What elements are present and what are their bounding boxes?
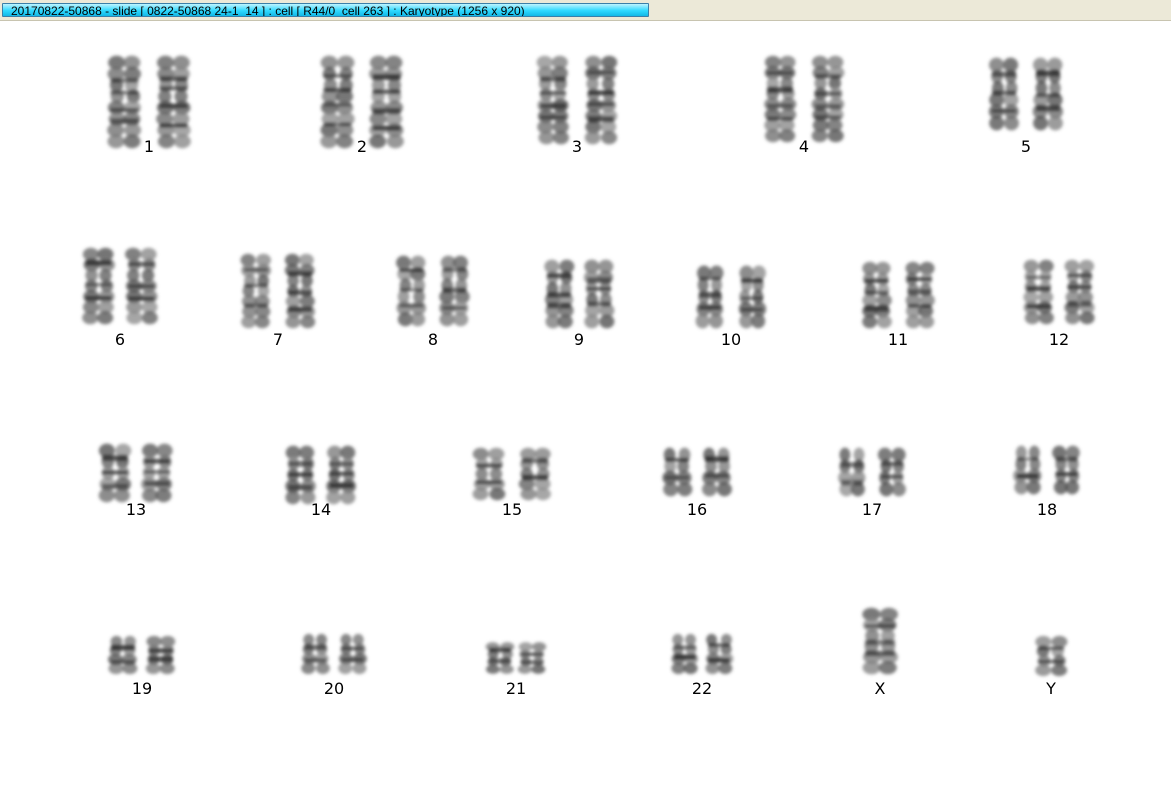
chromosome-8-copy-2 [439,255,470,327]
chromosome-22-copy-1 [671,633,699,675]
chromosome-image-5 [988,57,1064,131]
chromosome-y-copy-1 [1035,635,1068,677]
chromosome-19-copy-2 [145,635,176,675]
chromosome-22-copy-2 [705,633,734,675]
chromosome-label-2: 2 [356,137,368,156]
chromosome-label-8: 8 [427,330,439,349]
chromosome-2-copy-2 [369,55,404,149]
chromosome-3-copy-1 [536,55,569,145]
chromosome-6-copy-1 [82,247,115,325]
chromosome-17-copy-2 [877,447,906,497]
chromosome-image-22 [671,633,734,675]
chromosome-15-copy-2 [518,447,551,501]
chromosome-image-21 [485,642,547,674]
chromosome-label-10: 10 [720,330,742,349]
karyotype-canvas: 1 2 3 4 5 6 7 8 9 10 11 12 13 14 15 16 17 18 19 20 21 22 X Y [0,21,1171,789]
chromosome-label-14: 14 [310,500,332,519]
chromosome-7-copy-1 [240,253,272,329]
chromosome-image-10 [695,265,767,329]
chromosome-image-x [862,607,899,675]
chromosome-12-copy-1 [1023,259,1054,325]
chromosome-13-copy-1 [98,443,132,503]
chromosome-14-copy-1 [285,445,316,505]
chromosome-image-7 [240,253,316,329]
title-bar: 20170822-50868 - slide [ 0822-50868 24-1… [0,0,1171,21]
chromosome-17-copy-1 [838,447,866,497]
window-title-tab[interactable]: 20170822-50868 - slide [ 0822-50868 24-1… [2,3,649,17]
chromosome-15-copy-1 [472,447,506,501]
chromosome-label-3: 3 [571,137,583,156]
chromosome-image-20 [301,633,367,675]
chromosome-13-copy-2 [140,443,173,503]
chromosome-label-9: 9 [573,330,585,349]
chromosome-label-6: 6 [114,330,126,349]
chromosome-21-copy-1 [485,642,515,674]
chromosome-x-copy-1 [862,607,899,675]
chromosome-20-copy-2 [338,633,367,675]
chromosome-3-copy-2 [584,55,618,145]
chromosome-label-x: X [874,679,886,698]
chromosome-label-21: 21 [505,679,527,698]
chromosome-image-4 [764,55,845,143]
chromosome-18-copy-2 [1052,445,1080,495]
chromosome-image-11 [862,261,935,329]
chromosome-9-copy-1 [544,259,575,329]
chromosome-2-copy-1 [320,55,355,149]
chromosome-10-copy-1 [695,265,724,329]
chromosome-label-5: 5 [1020,137,1032,156]
chromosome-1-copy-1 [107,55,142,149]
chromosome-4-copy-2 [811,55,845,143]
chromosome-16-copy-2 [701,447,732,497]
chromosome-image-17 [838,447,906,497]
chromosome-label-16: 16 [686,500,708,519]
chromosome-10-copy-2 [738,265,767,329]
chromosome-8-copy-1 [396,255,427,327]
chromosome-6-copy-2 [125,247,158,325]
chromosome-18-copy-1 [1013,445,1042,495]
chromosome-label-7: 7 [272,330,284,349]
chromosome-1-copy-2 [156,55,191,149]
chromosome-image-8 [396,255,470,327]
chromosome-label-20: 20 [323,679,345,698]
chromosome-image-19 [107,635,176,675]
chromosome-19-copy-1 [107,635,138,675]
chromosome-11-copy-2 [905,261,935,329]
chromosome-image-9 [544,259,615,329]
chromosome-label-12: 12 [1048,330,1070,349]
chromosome-16-copy-1 [662,447,693,497]
chromosome-5-copy-2 [1032,57,1064,131]
chromosome-9-copy-2 [583,259,615,329]
chromosome-label-13: 13 [125,500,147,519]
chromosome-label-18: 18 [1036,500,1058,519]
chromosome-label-y: Y [1046,679,1056,698]
chromosome-7-copy-2 [284,253,316,329]
chromosome-label-17: 17 [861,500,883,519]
chromosome-label-19: 19 [131,679,153,698]
chromosome-label-4: 4 [798,137,810,156]
chromosome-11-copy-1 [862,261,892,329]
chromosome-label-15: 15 [501,500,523,519]
chromosome-20-copy-1 [301,633,330,675]
chromosome-21-copy-2 [517,642,547,674]
chromosome-image-15 [472,447,551,501]
chromosome-label-22: 22 [691,679,713,698]
chromosome-image-16 [662,447,732,497]
chromosome-image-18 [1013,445,1080,495]
chromosome-image-y [1035,635,1068,677]
chromosome-label-1: 1 [143,137,155,156]
chromosome-image-6 [82,247,158,325]
chromosome-4-copy-1 [764,55,797,143]
chromosome-image-12 [1023,259,1095,325]
chromosome-12-copy-2 [1064,259,1095,325]
chromosome-label-11: 11 [887,330,909,349]
chromosome-14-copy-2 [326,445,357,505]
chromosome-5-copy-1 [988,57,1019,131]
